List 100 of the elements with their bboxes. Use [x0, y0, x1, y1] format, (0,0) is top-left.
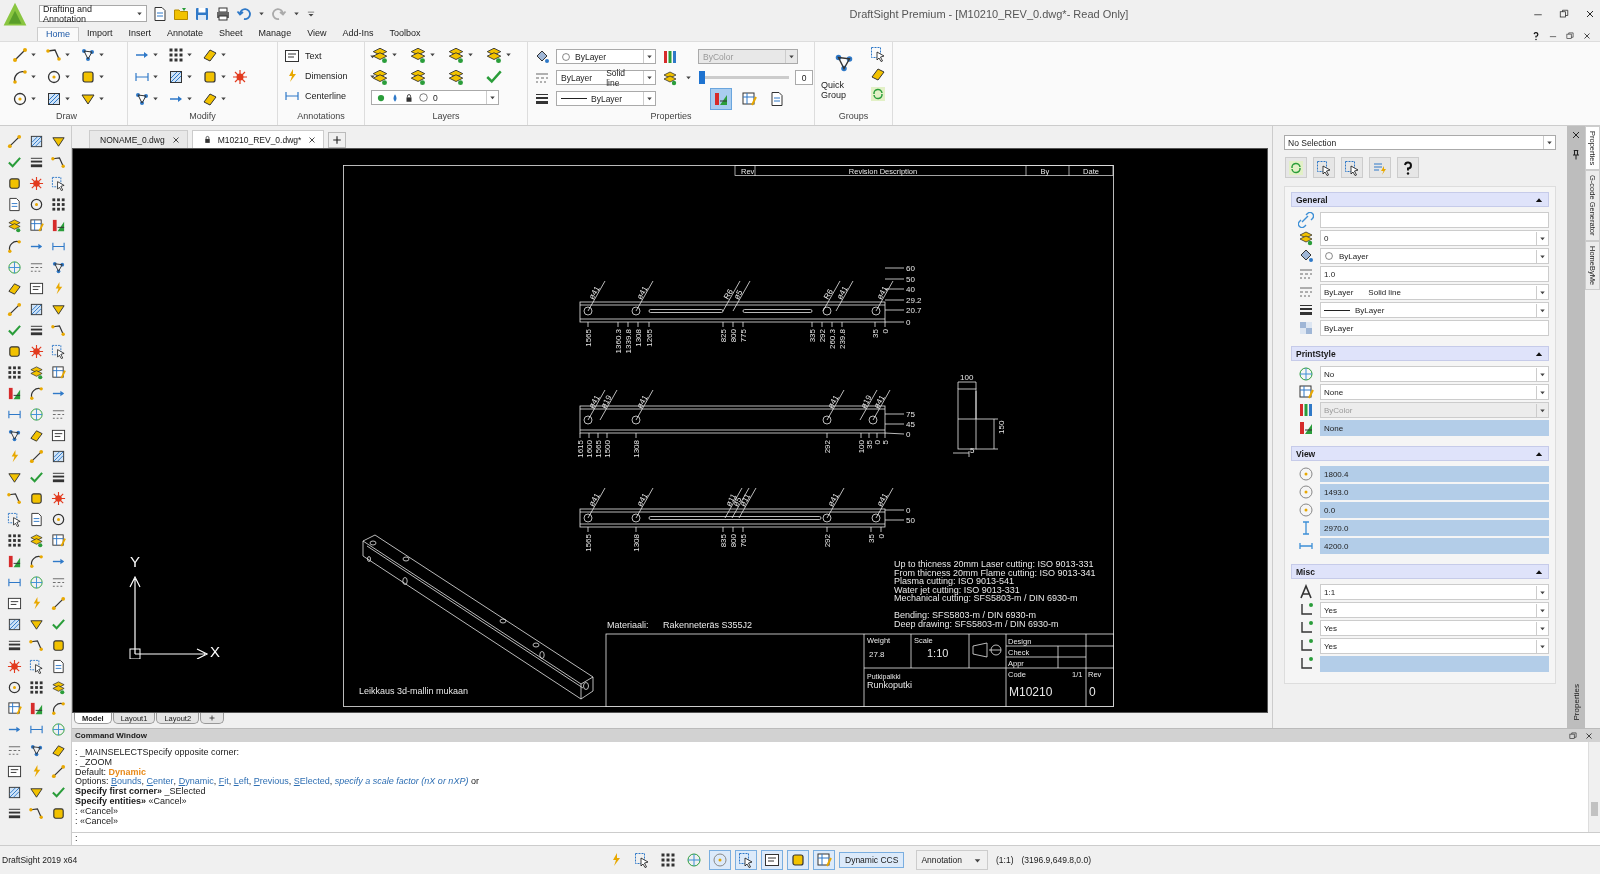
menu-tab[interactable]: Manage [250, 27, 300, 41]
weight-value: 27.8 [869, 650, 885, 659]
property-dropdown[interactable]: 0 [1320, 230, 1549, 246]
command-line: Specify first corner» _SElected [75, 787, 206, 797]
dimension-label: 1360.3 [614, 329, 623, 354]
group-label: Properties [649, 111, 693, 123]
dimension-label: 100 [960, 373, 974, 382]
command-line: : «Cancel» [75, 806, 120, 817]
hole-label: ø41 [634, 491, 650, 508]
group-label: Draw [55, 111, 78, 123]
tool-button[interactable]: Dimension [305, 71, 363, 81]
workspace-dropdown[interactable]: Drafting and Annotation [39, 5, 147, 22]
side-tab[interactable]: Properties [1571, 683, 1581, 720]
property-dropdown[interactable]: No [1320, 366, 1549, 382]
layer-dropdown[interactable]: 0 [371, 90, 499, 105]
property-field[interactable]: 1493.0 [1320, 484, 1549, 500]
level-label: 50 [906, 516, 915, 525]
menu-tab[interactable]: Home [37, 27, 79, 41]
dimension-label: 35 [871, 329, 880, 338]
material-value: Rakenneteräs S355J2 [663, 620, 753, 630]
command-line: : _MAINSELECTSpecify opposite corner: [75, 748, 241, 758]
hole-label: ø41 [634, 393, 650, 410]
drawing-code: M10210 [1009, 685, 1053, 699]
property-field[interactable]: 4200.0 [1320, 538, 1549, 554]
dynamic-ccs-toggle[interactable]: Dynamic CCS [839, 852, 905, 868]
property-dropdown[interactable]: ByLayer [1320, 302, 1549, 318]
property-field[interactable]: ByLayer [1320, 320, 1549, 336]
dimension-label: 0 [881, 329, 890, 334]
group-label: Modify [188, 111, 217, 123]
color-dropdown[interactable]: ByLayer [556, 49, 656, 64]
property-dropdown[interactable]: None [1320, 384, 1549, 400]
level-label: 20.7 [906, 306, 922, 315]
property-dropdown[interactable]: 1:1 [1320, 584, 1549, 600]
annotation-dropdown[interactable]: Annotation [916, 850, 989, 870]
note-text: Mechanical cutting: SFS5803-m / DIN 6930-m [894, 593, 1078, 603]
level-label: 50 [906, 275, 915, 284]
level-label: 29.2 [906, 296, 922, 305]
property-field[interactable]: 1.0 [1320, 266, 1549, 282]
note-text: Water jet cutting: ISO 9013-331 [894, 585, 1020, 595]
quick-group-button[interactable]: Quick Group [821, 46, 866, 111]
menu-tab[interactable]: Toolbox [381, 27, 429, 41]
document-tab[interactable]: M10210_REV_0.dwg* [191, 130, 325, 148]
window-title: DraftSight Premium - [M10210_REV_0.dwg*- Read Only] [848, 7, 1130, 20]
menu-tab[interactable]: View [299, 27, 335, 41]
tool-button[interactable]: Centerline [305, 91, 363, 101]
property-dropdown[interactable]: Yes [1320, 620, 1549, 636]
dimension-label: 835 [719, 534, 728, 548]
dimension-label: 335 [808, 329, 817, 343]
dimension-label: 1265 [645, 329, 654, 347]
hole-label: ø41 [634, 284, 650, 301]
command-line: Options: Bounds, Center, Dynamic, Fit, Left, Previous, SElected, specify a scale factor (nX or nXP) or [75, 777, 480, 788]
group-label: Layers [431, 111, 461, 123]
scale-label: (1:1) [996, 855, 1014, 865]
property-dropdown[interactable]: ByLayer [1320, 248, 1549, 264]
menu-tab[interactable]: Add-Ins [334, 27, 382, 41]
dimension-label: 775 [739, 329, 748, 343]
menu-tab[interactable]: Annotate [159, 27, 212, 41]
property-field[interactable]: 2970.0 [1320, 520, 1549, 536]
group-label: Groups [837, 111, 870, 123]
property-field[interactable]: None [1320, 420, 1549, 436]
property-field[interactable]: 0.0 [1320, 502, 1549, 518]
part-name: Runkoputki [867, 680, 913, 690]
property-dropdown[interactable]: Yes [1320, 602, 1549, 618]
dimension-label: 5 [970, 446, 975, 455]
lineweight-dropdown[interactable]: ByLayer [556, 91, 656, 106]
tool-button[interactable]: Text [305, 51, 363, 61]
section-header[interactable]: Misc [1291, 564, 1549, 579]
level-label: 0 [906, 318, 911, 327]
dimension-label: 0 [873, 440, 882, 445]
section-header[interactable]: General [1291, 192, 1549, 207]
document-tab[interactable]: NONAME_0.dwg [89, 130, 188, 148]
dimension-label: 1308 [634, 329, 643, 347]
property-dropdown[interactable]: ByLayer Solid line [1320, 284, 1549, 300]
menu-tab[interactable]: Import [79, 27, 121, 41]
menu-tab[interactable]: Sheet [211, 27, 251, 41]
property-field[interactable]: 1800.4 [1320, 466, 1549, 482]
dimension-label: 800 [729, 329, 738, 343]
section-header[interactable]: PrintStyle [1291, 346, 1549, 361]
hole-label: ø41 [825, 491, 841, 508]
scale-value: 1:10 [927, 647, 949, 659]
dimension-label: 150 [997, 420, 1006, 434]
value-field[interactable]: 0 [795, 70, 813, 85]
dimension-label: 1308 [632, 440, 641, 458]
dimension-label: 825 [719, 329, 728, 343]
note-text: From thicness 20mm Flame cutting: ISO 9013-341 [894, 568, 1096, 578]
dimension-label: 765 [739, 534, 748, 548]
dimension-label: 1308 [632, 534, 641, 552]
command-line: : _ZOOM [75, 757, 112, 768]
section-header[interactable]: View [1291, 446, 1549, 461]
linetype-dropdown[interactable]: ByLayer Solid line [556, 70, 656, 85]
property-dropdown[interactable]: Yes [1320, 638, 1549, 654]
command-input[interactable]: : [72, 832, 1600, 845]
hole-label: ø41 [874, 284, 890, 301]
level-label: 0 [906, 430, 911, 439]
dimension-label: 239.8 [838, 329, 847, 350]
note-text: Bending: SFS5803-m / DIN 6930-m [894, 610, 1037, 620]
menu-tab[interactable]: Insert [120, 27, 160, 41]
selection-dropdown[interactable]: No Selection [1284, 135, 1556, 150]
dimension-label: 1600 [585, 440, 594, 458]
dimension-label: 260.3 [828, 329, 837, 350]
